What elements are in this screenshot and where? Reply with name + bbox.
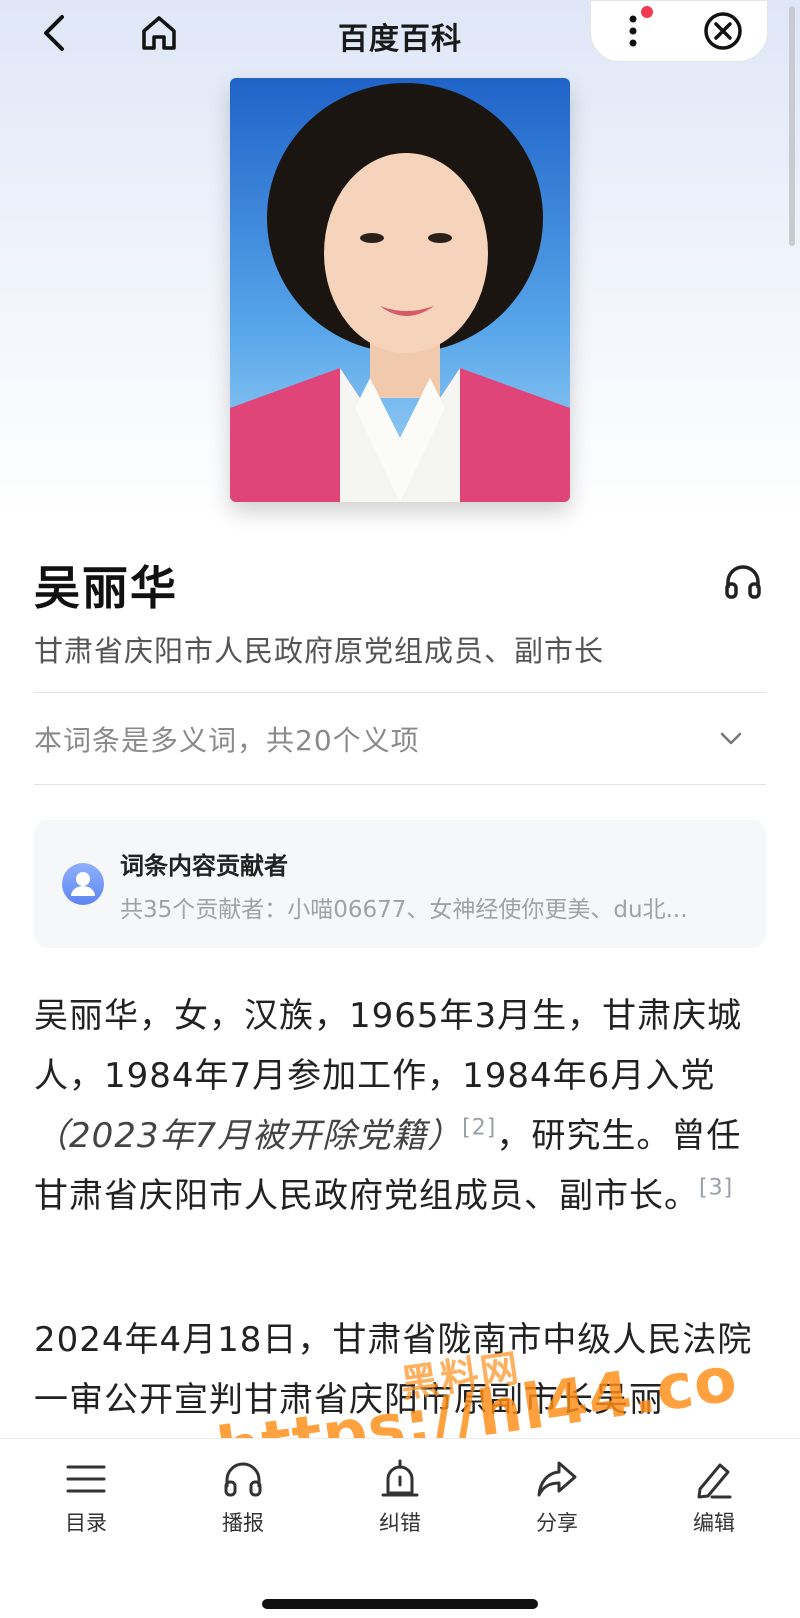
polysemy-note: 本词条是多义词，共20个义项 xyxy=(34,724,420,757)
pencil-icon xyxy=(697,1463,732,1499)
alert-bell-icon xyxy=(381,1459,419,1497)
entry-description: 甘肃省庆阳市人民政府原党组成员、副市长 xyxy=(34,634,605,668)
divider xyxy=(34,692,766,693)
list-icon xyxy=(66,1465,106,1493)
paragraph-intro: 吴丽华，女，汉族，1965年3月生，甘肃庆城人，1984年7月参加工作，1984… xyxy=(34,986,772,1226)
toolbar-label: 目录 xyxy=(65,1511,107,1535)
toolbar-label: 编辑 xyxy=(693,1511,735,1535)
share-icon xyxy=(537,1461,577,1497)
contributors-summary: 共35个贡献者：小喵06677、女神经使你更美、du北... xyxy=(120,897,688,923)
headphones-icon xyxy=(725,565,761,599)
entry-title: 吴丽华 xyxy=(34,561,178,615)
close-circle-icon xyxy=(704,12,742,50)
notification-dot xyxy=(641,6,653,18)
close-button[interactable] xyxy=(698,6,748,56)
bottom-toolbar: 目录 播报 纠错 分享 编辑 xyxy=(0,1438,800,1618)
contributors-title: 词条内容贡献者 xyxy=(120,852,288,880)
toolbar-share[interactable]: 分享 xyxy=(497,1459,617,1559)
toolbar-label: 播报 xyxy=(222,1511,264,1535)
top-bar: 百度百科 xyxy=(0,0,800,70)
portrait-image[interactable] xyxy=(230,78,570,502)
scrollbar[interactable] xyxy=(789,6,795,246)
home-indicator xyxy=(262,1599,538,1609)
toolbar-correct[interactable]: 纠错 xyxy=(340,1459,460,1559)
paragraph-text: 吴丽华，女，汉族，1965年3月生，甘肃庆城人，1984年7月参加工作，1984… xyxy=(34,996,743,1096)
toolbar-broadcast[interactable]: 播报 xyxy=(183,1459,303,1559)
headphones-icon xyxy=(224,1462,262,1497)
contributors-card[interactable]: 词条内容贡献者 共35个贡献者：小喵06677、女神经使你更美、du北... xyxy=(34,820,766,948)
citation-link[interactable]: [3] xyxy=(699,1176,733,1201)
user-icon xyxy=(62,863,104,905)
toolbar-edit[interactable]: 编辑 xyxy=(654,1459,774,1559)
paragraph-note: （2023年7月被开除党籍） xyxy=(34,1116,463,1156)
toolbar-label: 分享 xyxy=(536,1511,578,1535)
toolbar-catalog[interactable]: 目录 xyxy=(26,1459,146,1559)
chevron-down-icon xyxy=(720,732,742,745)
listen-button[interactable] xyxy=(718,556,768,606)
citation-link[interactable]: [2] xyxy=(462,1116,496,1141)
polysemy-selector[interactable]: 本词条是多义词，共20个义项 xyxy=(34,694,766,784)
divider xyxy=(34,784,766,785)
toolbar-label: 纠错 xyxy=(379,1511,421,1535)
more-vertical-icon xyxy=(629,15,637,47)
